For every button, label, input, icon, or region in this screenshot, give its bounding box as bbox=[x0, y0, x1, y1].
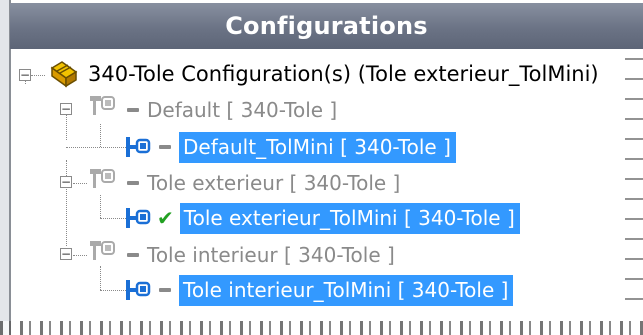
collapse-root-toggle[interactable]: − bbox=[19, 69, 31, 81]
config-node-tole-interieur[interactable]: Tole interieur [ 340-Tole ] bbox=[121, 237, 395, 273]
config-label: Default [ 340-Tole ] bbox=[147, 98, 338, 122]
configuration-root-icon bbox=[48, 60, 80, 94]
configuration-tree: − 340-Tole Configuration(s) (Tole exteri… bbox=[0, 0, 643, 335]
active-checkmark-icon: ✔ bbox=[157, 206, 174, 230]
configuration-icon bbox=[88, 167, 118, 201]
derived-configuration-icon bbox=[124, 277, 152, 307]
config-label: Tole exterieur [ 340-Tole ] bbox=[147, 171, 401, 195]
configuration-icon bbox=[88, 239, 118, 273]
derived-config-label: Tole interieur_TolMini [ 340-Tole ] bbox=[179, 274, 514, 306]
tree-connector bbox=[73, 183, 87, 184]
derived-configuration-icon bbox=[124, 134, 152, 164]
tree-connector bbox=[73, 255, 87, 256]
collapse-default-toggle[interactable]: − bbox=[60, 103, 72, 115]
config-node-tole-exterieur[interactable]: Tole exterieur [ 340-Tole ] bbox=[121, 165, 400, 201]
config-state-dash bbox=[127, 253, 139, 257]
derived-configuration-icon bbox=[124, 205, 152, 235]
tree-connector bbox=[66, 160, 67, 246]
derived-config-node-default[interactable]: Default_TolMini [ 340-Tole ] bbox=[153, 129, 456, 165]
derived-config-label: Default_TolMini [ 340-Tole ] bbox=[179, 131, 456, 163]
derived-config-node-tole-interieur[interactable]: Tole interieur_TolMini [ 340-Tole ] bbox=[153, 272, 514, 308]
collapse-tole-exterieur-toggle[interactable]: − bbox=[60, 176, 72, 188]
config-state-dash bbox=[159, 145, 171, 149]
config-state-dash bbox=[127, 108, 139, 112]
config-label: Tole interieur [ 340-Tole ] bbox=[147, 243, 395, 267]
configuration-manager-panel: Configurations − 340-Tole Configuration(… bbox=[0, 0, 643, 335]
tree-connector bbox=[66, 147, 128, 148]
derived-config-node-tole-exterieur[interactable]: ✔ Tole exterieur_TolMini [ 340-Tole ] bbox=[153, 200, 520, 236]
config-state-dash bbox=[127, 181, 139, 185]
derived-config-label: Tole exterieur_TolMini [ 340-Tole ] bbox=[179, 202, 520, 234]
collapse-tole-interieur-toggle[interactable]: − bbox=[60, 248, 72, 260]
config-node-default[interactable]: Default [ 340-Tole ] bbox=[121, 92, 337, 128]
root-label: 340-Tole Configuration(s) (Tole exterieu… bbox=[88, 62, 599, 86]
panel-bottom-edge bbox=[0, 321, 643, 335]
configuration-icon bbox=[88, 94, 118, 128]
tree-connector bbox=[31, 75, 45, 76]
config-state-dash bbox=[159, 288, 171, 292]
tree-root-node[interactable]: 340-Tole Configuration(s) (Tole exterieu… bbox=[88, 56, 599, 92]
